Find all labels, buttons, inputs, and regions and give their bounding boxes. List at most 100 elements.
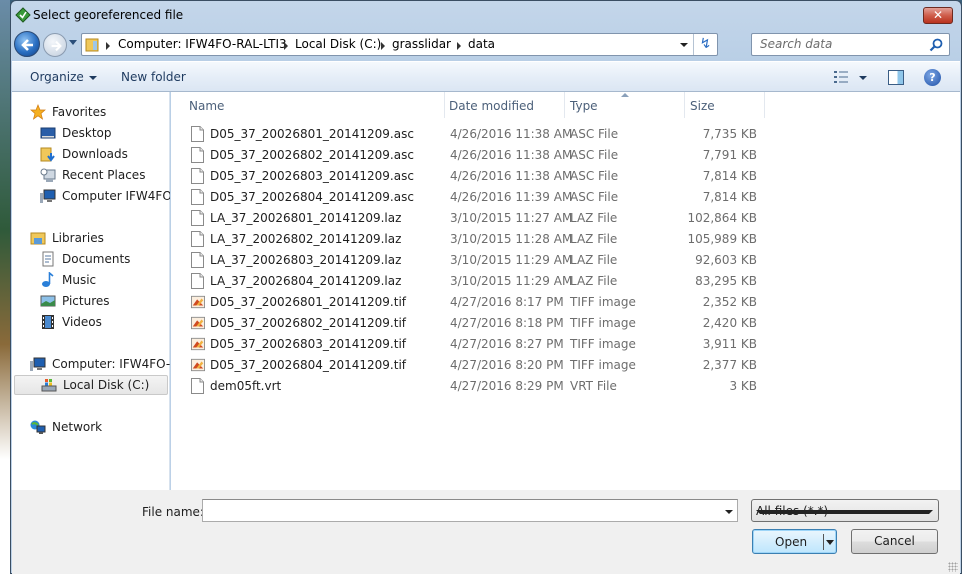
file-name: LA_37_20026804_20141209.laz [210,274,402,288]
file-date-modified: 4/27/2016 8:17 PM [450,295,564,309]
refresh-icon: ↯ [699,36,712,52]
breadcrumb-separator[interactable] [457,42,461,50]
chevron-down-icon [756,510,933,514]
tiff-image-icon [191,336,205,352]
column-header-date-modified[interactable]: Date modified [445,92,565,118]
open-button[interactable]: Open [752,529,837,554]
file-date-modified: 3/10/2015 11:29 AM [450,253,573,267]
file-icon [191,273,204,289]
file-name: D05_37_20026803_20141209.asc [210,169,414,183]
file-size: 92,603 KB [695,253,757,267]
search-icon[interactable] [929,38,943,52]
breadcrumb-separator[interactable] [284,42,288,50]
open-file-dialog: Select georeferenced file ✕ Computer: IF… [10,0,962,574]
videos-icon [42,315,54,329]
cancel-button[interactable]: Cancel [851,529,938,554]
preview-pane-icon[interactable] [888,70,904,85]
column-header-size[interactable]: Size [685,92,765,118]
file-name: D05_37_20026803_20141209.tif [210,337,407,351]
file-row[interactable]: D05_37_20026804_20141209.asc 4/26/2016 11… [171,187,771,208]
organize-button[interactable]: Organize [30,70,97,84]
chevron-down-icon [88,75,97,80]
sidebar-item-local-disk[interactable]: Local Disk (C:) [14,375,168,395]
file-size: 2,377 KB [702,358,757,372]
sidebar-item-pictures[interactable]: Pictures [12,291,170,311]
search-box[interactable]: Search data [751,33,950,56]
file-row[interactable]: D05_37_20026803_20141209.tif 4/27/2016 8:… [171,334,771,355]
file-row[interactable]: LA_37_20026802_20141209.laz 3/10/2015 11:… [171,229,771,250]
file-row[interactable]: D05_37_20026803_20141209.asc 4/26/2016 11… [171,166,771,187]
file-type: VRT File [570,379,617,393]
sidebar-item-downloads[interactable]: Downloads [12,144,170,164]
file-type: ASC File [570,190,619,204]
view-dropdown[interactable] [859,76,867,80]
pictures-icon [40,295,56,307]
view-options-icon[interactable] [834,71,848,83]
network-icon [30,420,46,434]
file-row[interactable]: D05_37_20026804_20141209.tif 4/27/2016 8:… [171,355,771,376]
file-row[interactable]: D05_37_20026802_20141209.asc 4/26/2016 11… [171,145,771,166]
breadcrumb-data[interactable]: data [468,37,495,51]
file-row[interactable]: D05_37_20026801_20141209.tif 4/27/2016 8:… [171,292,771,313]
back-button[interactable] [14,31,40,57]
help-icon[interactable]: ? [924,69,941,86]
file-name: LA_37_20026803_20141209.laz [210,253,402,267]
file-type-filter[interactable]: All files (*.*) [751,499,939,522]
address-bar[interactable]: Computer: IFW4FO-RAL-LTI3 Local Disk (C:… [81,33,718,56]
file-row[interactable]: D05_37_20026801_20141209.asc 4/26/2016 11… [171,124,771,145]
sidebar-item-network[interactable]: Network [12,417,170,437]
desktop-background [0,0,10,574]
file-name: D05_37_20026804_20141209.asc [210,190,414,204]
local-disk-icon [41,379,57,392]
file-size: 102,864 KB [687,211,757,225]
file-size: 3,911 KB [702,337,757,351]
forward-arrow-icon [51,40,62,52]
close-icon: ✕ [932,8,944,22]
refresh-button[interactable]: ↯ [693,34,717,55]
tiff-image-icon [191,357,205,373]
sidebar-item-music[interactable]: Music [12,270,170,290]
breadcrumb-separator[interactable] [106,42,110,50]
breadcrumb-local-disk[interactable]: Local Disk (C:) [295,37,381,51]
file-date-modified: 4/27/2016 8:20 PM [450,358,564,372]
app-icon [15,7,31,23]
back-arrow-icon [21,39,33,51]
file-name: D05_37_20026804_20141209.tif [210,358,407,372]
new-folder-button[interactable]: New folder [121,70,186,84]
search-input[interactable]: Search data [760,37,832,51]
file-name-input[interactable] [202,499,738,522]
sidebar-item-documents[interactable]: Documents [12,249,170,269]
file-date-modified: 4/26/2016 11:38 AM [450,148,573,162]
tiff-image-icon [191,315,205,331]
sidebar-item-recent-places[interactable]: Recent Places [12,165,170,185]
resize-grip[interactable] [948,562,958,572]
file-type: LAZ File [570,253,618,267]
forward-button[interactable] [43,33,67,57]
file-row[interactable]: dem05ft.vrt 4/27/2016 8:29 PM VRT File 3 KB [171,376,771,397]
file-row[interactable]: D05_37_20026802_20141209.tif 4/27/2016 8:… [171,313,771,334]
file-name: D05_37_20026802_20141209.asc [210,148,414,162]
breadcrumb-separator[interactable] [381,42,385,50]
file-row[interactable]: LA_37_20026804_20141209.laz 3/10/2015 11:… [171,271,771,292]
file-name-dropdown[interactable] [725,510,733,514]
column-header-name[interactable]: Name [183,92,445,118]
file-date-modified: 4/26/2016 11:38 AM [450,127,573,141]
file-row[interactable]: LA_37_20026803_20141209.laz 3/10/2015 11:… [171,250,771,271]
breadcrumb-grasslidar[interactable]: grasslidar [392,37,451,51]
sidebar-item-computer-favorite[interactable]: Computer IFW4FO-RAL-LTI3 [12,186,170,206]
computer-icon [30,357,46,371]
address-dropdown[interactable] [675,34,693,55]
file-row[interactable]: LA_37_20026801_20141209.laz 3/10/2015 11:… [171,208,771,229]
close-button[interactable]: ✕ [923,7,953,24]
file-icon [191,126,204,142]
sidebar-item-computer[interactable]: Computer: IFW4FO-RAL-LTI3 [12,354,170,374]
sidebar-item-videos[interactable]: Videos [12,312,170,332]
open-options-dropdown[interactable] [826,540,834,545]
sidebar-item-desktop[interactable]: Desktop [12,123,170,143]
sidebar-item-libraries[interactable]: Libraries [12,228,170,248]
sidebar-item-favorites[interactable]: Favorites [12,102,170,122]
file-name: D05_37_20026801_20141209.tif [210,295,407,309]
file-date-modified: 4/27/2016 8:29 PM [450,379,564,393]
breadcrumb-computer[interactable]: Computer: IFW4FO-RAL-LTI3 [118,37,287,51]
recent-locations-dropdown[interactable] [69,40,77,45]
